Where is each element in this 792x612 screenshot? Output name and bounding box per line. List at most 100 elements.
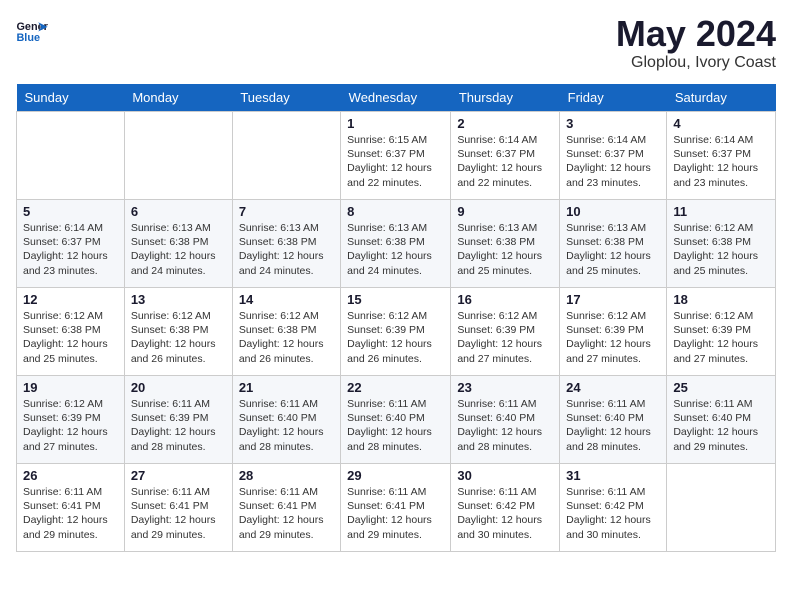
calendar-cell: 4 Sunrise: 6:14 AMSunset: 6:37 PMDaylight… bbox=[667, 112, 776, 200]
col-friday: Friday bbox=[560, 84, 667, 112]
day-number: 30 bbox=[457, 468, 553, 483]
calendar-cell bbox=[232, 112, 340, 200]
calendar-cell: 25 Sunrise: 6:11 AMSunset: 6:40 PMDayligh… bbox=[667, 376, 776, 464]
day-number: 4 bbox=[673, 116, 769, 131]
day-number: 28 bbox=[239, 468, 334, 483]
day-info: Sunrise: 6:11 AMSunset: 6:42 PMDaylight:… bbox=[457, 485, 553, 542]
col-wednesday: Wednesday bbox=[341, 84, 451, 112]
day-info: Sunrise: 6:15 AMSunset: 6:37 PMDaylight:… bbox=[347, 133, 444, 190]
calendar-week-row: 19Sunrise: 6:12 AMSunset: 6:39 PMDayligh… bbox=[17, 376, 776, 464]
logo-icon: General Blue bbox=[16, 16, 48, 44]
calendar-cell: 1Sunrise: 6:15 AMSunset: 6:37 PMDaylight… bbox=[341, 112, 451, 200]
calendar-cell: 27Sunrise: 6:11 AMSunset: 6:41 PMDayligh… bbox=[124, 464, 232, 552]
calendar-week-row: 1Sunrise: 6:15 AMSunset: 6:37 PMDaylight… bbox=[17, 112, 776, 200]
day-number: 24 bbox=[566, 380, 660, 395]
day-info: Sunrise: 6:14 AMSunset: 6:37 PMDaylight:… bbox=[673, 133, 769, 190]
day-number: 9 bbox=[457, 204, 553, 219]
day-info: Sunrise: 6:11 AMSunset: 6:40 PMDaylight:… bbox=[457, 397, 553, 454]
day-info: Sunrise: 6:12 AMSunset: 6:39 PMDaylight:… bbox=[566, 309, 660, 366]
day-number: 22 bbox=[347, 380, 444, 395]
col-thursday: Thursday bbox=[451, 84, 560, 112]
calendar-cell: 16 Sunrise: 6:12 AMSunset: 6:39 PMDayligh… bbox=[451, 288, 560, 376]
day-info: Sunrise: 6:12 AMSunset: 6:39 PMDaylight:… bbox=[457, 309, 553, 366]
calendar-week-row: 26 Sunrise: 6:11 AMSunset: 6:41 PMDayligh… bbox=[17, 464, 776, 552]
calendar-cell: 24 Sunrise: 6:11 AMSunset: 6:40 PMDayligh… bbox=[560, 376, 667, 464]
day-info: Sunrise: 6:13 AMSunset: 6:38 PMDaylight:… bbox=[457, 221, 553, 278]
calendar-cell: 30 Sunrise: 6:11 AMSunset: 6:42 PMDayligh… bbox=[451, 464, 560, 552]
calendar-cell bbox=[17, 112, 125, 200]
col-sunday: Sunday bbox=[17, 84, 125, 112]
day-info: Sunrise: 6:11 AMSunset: 6:39 PMDaylight:… bbox=[131, 397, 226, 454]
day-info: Sunrise: 6:11 AMSunset: 6:41 PMDaylight:… bbox=[239, 485, 334, 542]
calendar-cell: 31 Sunrise: 6:11 AMSunset: 6:42 PMDayligh… bbox=[560, 464, 667, 552]
day-number: 25 bbox=[673, 380, 769, 395]
calendar-cell: 22 Sunrise: 6:11 AMSunset: 6:40 PMDayligh… bbox=[341, 376, 451, 464]
calendar-cell: 19Sunrise: 6:12 AMSunset: 6:39 PMDayligh… bbox=[17, 376, 125, 464]
day-info: Sunrise: 6:13 AMSunset: 6:38 PMDaylight:… bbox=[347, 221, 444, 278]
day-number: 20 bbox=[131, 380, 226, 395]
col-tuesday: Tuesday bbox=[232, 84, 340, 112]
calendar-cell: 20 Sunrise: 6:11 AMSunset: 6:39 PMDayligh… bbox=[124, 376, 232, 464]
calendar-week-row: 12 Sunrise: 6:12 AMSunset: 6:38 PMDayligh… bbox=[17, 288, 776, 376]
day-info: Sunrise: 6:11 AMSunset: 6:40 PMDaylight:… bbox=[566, 397, 660, 454]
col-saturday: Saturday bbox=[667, 84, 776, 112]
calendar-cell: 7 Sunrise: 6:13 AMSunset: 6:38 PMDaylight… bbox=[232, 200, 340, 288]
day-info: Sunrise: 6:12 AMSunset: 6:39 PMDaylight:… bbox=[347, 309, 444, 366]
day-info: Sunrise: 6:14 AMSunset: 6:37 PMDaylight:… bbox=[23, 221, 118, 278]
calendar-cell: 8 Sunrise: 6:13 AMSunset: 6:38 PMDaylight… bbox=[341, 200, 451, 288]
day-number: 12 bbox=[23, 292, 118, 307]
calendar-header-row: Sunday Monday Tuesday Wednesday Thursday… bbox=[17, 84, 776, 112]
day-number: 16 bbox=[457, 292, 553, 307]
day-number: 21 bbox=[239, 380, 334, 395]
day-number: 15 bbox=[347, 292, 444, 307]
day-info: Sunrise: 6:12 AMSunset: 6:38 PMDaylight:… bbox=[131, 309, 226, 366]
calendar-cell: 23Sunrise: 6:11 AMSunset: 6:40 PMDayligh… bbox=[451, 376, 560, 464]
calendar-cell: 14Sunrise: 6:12 AMSunset: 6:38 PMDayligh… bbox=[232, 288, 340, 376]
day-info: Sunrise: 6:11 AMSunset: 6:42 PMDaylight:… bbox=[566, 485, 660, 542]
day-number: 3 bbox=[566, 116, 660, 131]
day-number: 26 bbox=[23, 468, 118, 483]
calendar-week-row: 5Sunrise: 6:14 AMSunset: 6:37 PMDaylight… bbox=[17, 200, 776, 288]
day-number: 13 bbox=[131, 292, 226, 307]
day-number: 10 bbox=[566, 204, 660, 219]
day-number: 2 bbox=[457, 116, 553, 131]
calendar-cell: 17 Sunrise: 6:12 AMSunset: 6:39 PMDayligh… bbox=[560, 288, 667, 376]
day-number: 7 bbox=[239, 204, 334, 219]
calendar-cell: 11Sunrise: 6:12 AMSunset: 6:38 PMDayligh… bbox=[667, 200, 776, 288]
calendar-cell: 15 Sunrise: 6:12 AMSunset: 6:39 PMDayligh… bbox=[341, 288, 451, 376]
day-number: 29 bbox=[347, 468, 444, 483]
day-info: Sunrise: 6:11 AMSunset: 6:41 PMDaylight:… bbox=[347, 485, 444, 542]
day-info: Sunrise: 6:12 AMSunset: 6:39 PMDaylight:… bbox=[23, 397, 118, 454]
day-info: Sunrise: 6:11 AMSunset: 6:40 PMDaylight:… bbox=[347, 397, 444, 454]
calendar-table: Sunday Monday Tuesday Wednesday Thursday… bbox=[16, 84, 776, 552]
calendar-cell: 9 Sunrise: 6:13 AMSunset: 6:38 PMDaylight… bbox=[451, 200, 560, 288]
calendar-cell: 10 Sunrise: 6:13 AMSunset: 6:38 PMDayligh… bbox=[560, 200, 667, 288]
logo: General Blue bbox=[16, 16, 48, 44]
col-monday: Monday bbox=[124, 84, 232, 112]
day-info: Sunrise: 6:14 AMSunset: 6:37 PMDaylight:… bbox=[566, 133, 660, 190]
day-info: Sunrise: 6:13 AMSunset: 6:38 PMDaylight:… bbox=[566, 221, 660, 278]
calendar-cell: 5Sunrise: 6:14 AMSunset: 6:37 PMDaylight… bbox=[17, 200, 125, 288]
calendar-cell: 29 Sunrise: 6:11 AMSunset: 6:41 PMDayligh… bbox=[341, 464, 451, 552]
calendar-cell: 18Sunrise: 6:12 AMSunset: 6:39 PMDayligh… bbox=[667, 288, 776, 376]
month-title: May 2024 bbox=[616, 16, 776, 52]
calendar-cell: 21Sunrise: 6:11 AMSunset: 6:40 PMDayligh… bbox=[232, 376, 340, 464]
day-number: 31 bbox=[566, 468, 660, 483]
calendar-cell: 2Sunrise: 6:14 AMSunset: 6:37 PMDaylight… bbox=[451, 112, 560, 200]
page-header: General Blue May 2024 Gloplou, Ivory Coa… bbox=[16, 16, 776, 72]
day-info: Sunrise: 6:12 AMSunset: 6:38 PMDaylight:… bbox=[673, 221, 769, 278]
title-section: May 2024 Gloplou, Ivory Coast bbox=[616, 16, 776, 72]
day-number: 14 bbox=[239, 292, 334, 307]
day-number: 8 bbox=[347, 204, 444, 219]
day-number: 17 bbox=[566, 292, 660, 307]
day-info: Sunrise: 6:11 AMSunset: 6:40 PMDaylight:… bbox=[673, 397, 769, 454]
svg-text:Blue: Blue bbox=[16, 32, 40, 44]
day-info: Sunrise: 6:11 AMSunset: 6:41 PMDaylight:… bbox=[23, 485, 118, 542]
day-number: 6 bbox=[131, 204, 226, 219]
day-info: Sunrise: 6:12 AMSunset: 6:38 PMDaylight:… bbox=[23, 309, 118, 366]
calendar-cell: 3 Sunrise: 6:14 AMSunset: 6:37 PMDaylight… bbox=[560, 112, 667, 200]
day-info: Sunrise: 6:13 AMSunset: 6:38 PMDaylight:… bbox=[239, 221, 334, 278]
day-info: Sunrise: 6:13 AMSunset: 6:38 PMDaylight:… bbox=[131, 221, 226, 278]
day-number: 18 bbox=[673, 292, 769, 307]
calendar-cell: 13 Sunrise: 6:12 AMSunset: 6:38 PMDayligh… bbox=[124, 288, 232, 376]
